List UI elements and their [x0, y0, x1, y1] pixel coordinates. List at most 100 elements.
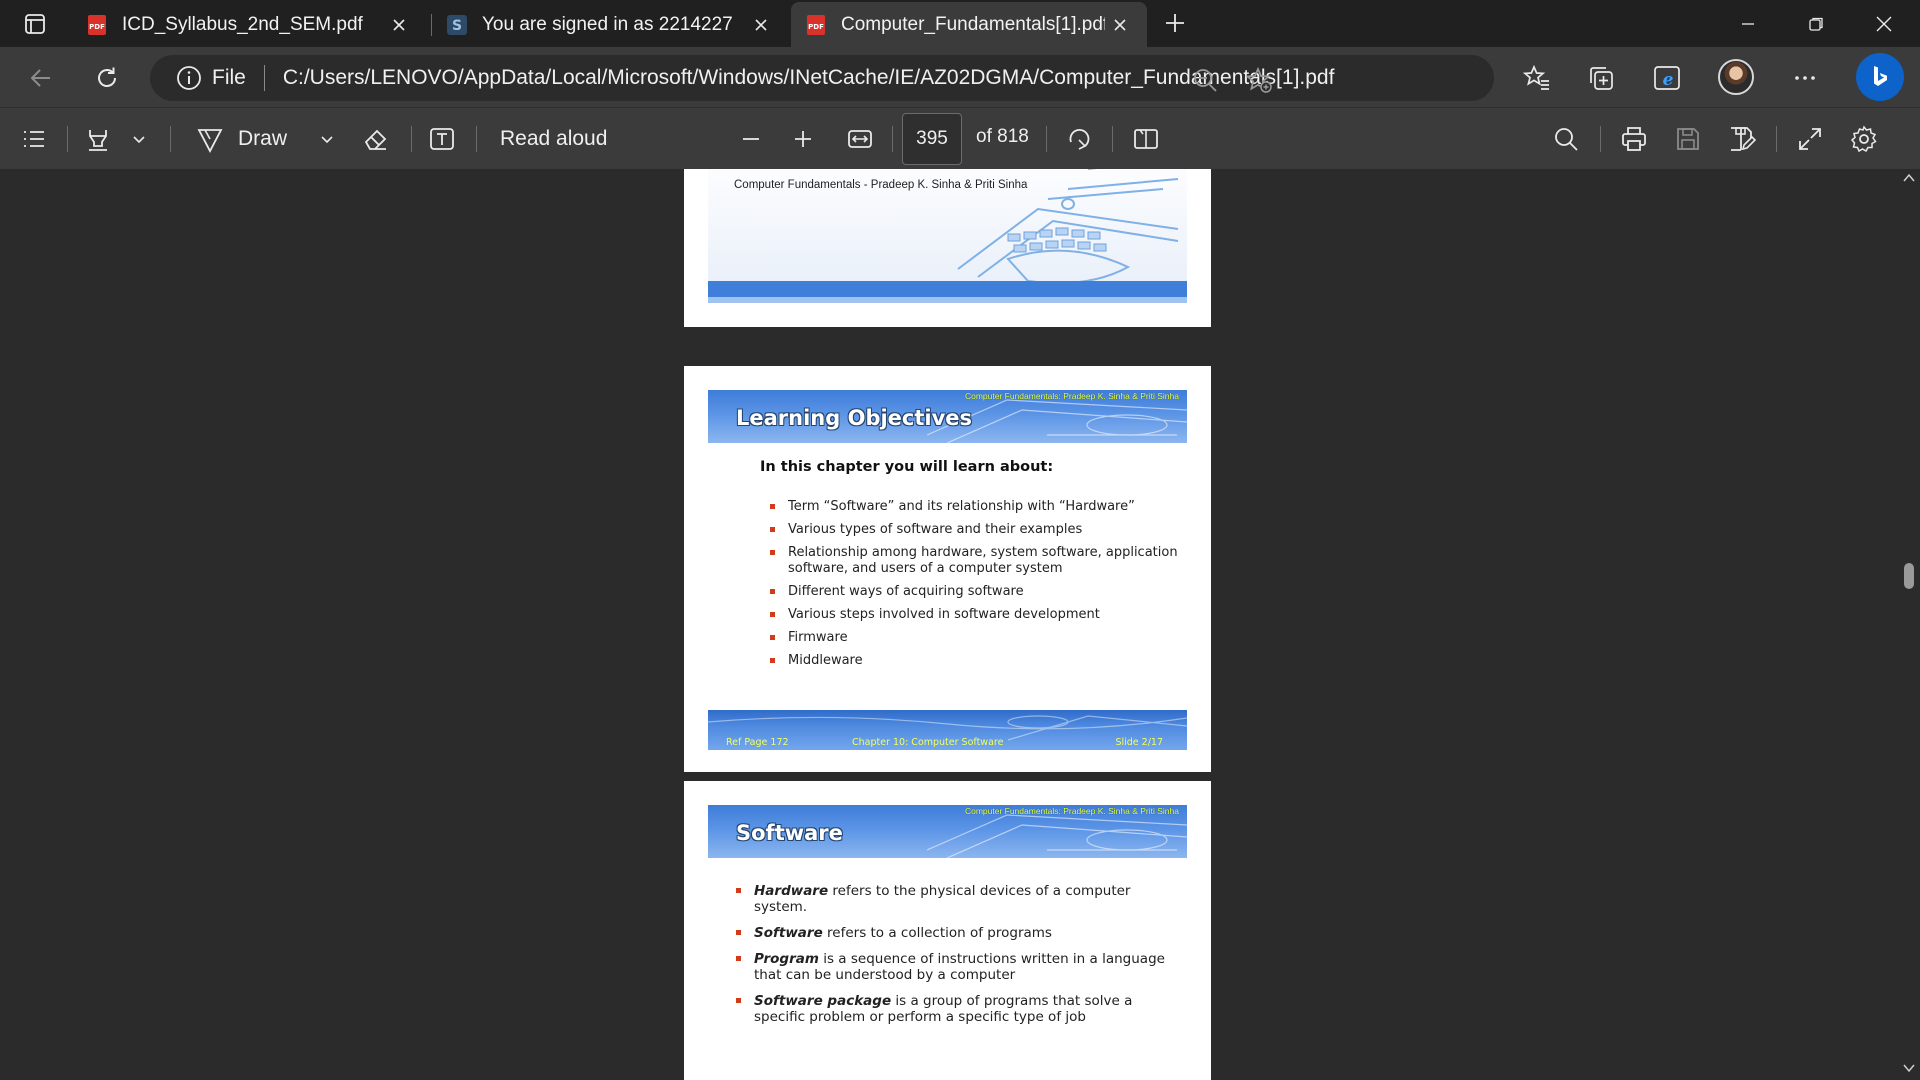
highlighter-icon [89, 130, 107, 151]
tab-actions-icon [25, 14, 45, 34]
back-button[interactable] [20, 57, 62, 99]
zoom-out-button[interactable] [734, 122, 768, 156]
search-button[interactable] [1548, 122, 1584, 156]
info-icon[interactable] [176, 65, 202, 91]
draw-button[interactable]: Draw [196, 122, 294, 156]
zoom-in-button[interactable] [786, 122, 820, 156]
tab-icd-syllabus[interactable]: PDF ICD_Syllabus_2nd_SEM.pdf [72, 2, 426, 47]
definitions-list: Hardware refers to the physical devices … [736, 883, 1176, 1035]
toolbar-divider [1112, 126, 1113, 152]
chevron-down-icon [133, 136, 145, 144]
pdf-icon: PDF [88, 14, 106, 35]
collections-button[interactable] [1580, 57, 1622, 99]
gear-icon [1850, 125, 1877, 153]
navigation-bar: File C:/Users/LENOVO/AppData/Local/Micro… [0, 47, 1920, 107]
list-item: Different ways of acquiring software [770, 584, 1190, 600]
tab-signed-in[interactable]: S You are signed in as 2214227 [432, 2, 788, 47]
refresh-button[interactable] [86, 57, 128, 99]
svg-text:PDF: PDF [808, 23, 824, 31]
address-divider [263, 65, 265, 91]
vertical-scrollbar[interactable] [1898, 169, 1920, 1080]
scroll-thumb[interactable] [1904, 563, 1914, 589]
slide-footer: Ref Page 172 Chapter 10: Computer Softwa… [708, 710, 1187, 750]
toolbar-divider [476, 126, 477, 152]
tab-computer-fundamentals[interactable]: PDF Computer_Fundamentals[1].pdf [791, 2, 1147, 47]
settings-button[interactable] [1846, 122, 1882, 156]
fit-to-width-button[interactable] [842, 122, 878, 156]
read-aloud-button[interactable]: Read aloud [500, 122, 610, 156]
pdf-toolbar: Draw Read aloud 395 of 818 [0, 107, 1920, 169]
fit-width-icon [848, 130, 872, 148]
list-item: Program is a sequence of instructions wr… [736, 951, 1176, 983]
add-favorite-button[interactable] [1244, 65, 1274, 95]
pdf-page: Computer Fundamentals: Pradeep K. Sinha … [684, 366, 1211, 772]
footer-slide-number: Slide 2/17 [1115, 737, 1163, 748]
header-credit: Computer Fundamentals: Pradeep K. Sinha … [964, 806, 1179, 816]
table-of-contents-icon [24, 131, 44, 147]
save-button[interactable] [1670, 122, 1706, 156]
slide-intro: In this chapter you will learn about: [760, 459, 1054, 475]
close-icon [1876, 16, 1892, 31]
url-scheme: File [212, 66, 246, 89]
minimize-button[interactable] [1714, 0, 1782, 47]
address-bar[interactable]: File C:/Users/LENOVO/AppData/Local/Micro… [150, 55, 1494, 101]
save-as-icon [1731, 127, 1756, 151]
cover-credit: Computer Fundamentals - Pradeep K. Sinha… [734, 179, 1028, 191]
add-text-button[interactable] [424, 122, 460, 156]
more-menu-button[interactable] [1784, 57, 1826, 99]
minimize-icon [1742, 22, 1754, 25]
page-number-input[interactable]: 395 [902, 113, 962, 165]
highlight-options-button[interactable] [126, 122, 152, 156]
plus-icon [1166, 14, 1184, 32]
copilot-button[interactable] [1856, 53, 1904, 101]
tab-close-button[interactable] [384, 10, 414, 40]
term: Program [754, 951, 819, 967]
favorites-button[interactable] [1516, 57, 1558, 99]
rotate-icon [1069, 129, 1090, 150]
list-item: Term “Software” and its relationship wit… [770, 499, 1190, 515]
header-credit: Computer Fundamentals: Pradeep K. Sinha … [964, 391, 1179, 401]
footer-chapter: Chapter 10: Computer Software [852, 737, 1004, 748]
new-tab-button[interactable] [1158, 6, 1192, 40]
svg-text:e: e [1663, 70, 1674, 90]
page-view-button[interactable] [1128, 122, 1164, 156]
list-item: Software package is a group of programs … [736, 993, 1176, 1025]
toolbar-divider [1600, 126, 1601, 152]
page-view-icon [1134, 129, 1158, 149]
plus-icon [795, 131, 811, 147]
toolbar-divider [1046, 126, 1047, 152]
toolbar-divider [892, 126, 893, 152]
s-site-icon: S [447, 14, 467, 35]
page-count: of 818 [976, 126, 1029, 147]
url-text[interactable]: C:/Users/LENOVO/AppData/Local/Microsoft/… [283, 66, 1335, 90]
bing-icon [1874, 66, 1887, 86]
list-item: Hardware refers to the physical devices … [736, 883, 1176, 915]
contents-button[interactable] [16, 122, 52, 156]
tab-close-button[interactable] [746, 10, 776, 40]
zoom-out-button[interactable] [1190, 65, 1220, 95]
collections-icon [1590, 67, 1613, 90]
pdf-page: Computer Fundamentals: Pradeep K. Sinha … [684, 781, 1211, 1080]
toolbar-divider [67, 126, 68, 152]
restore-button[interactable] [1782, 0, 1850, 47]
list-item: Firmware [770, 630, 1190, 646]
ie-mode-button[interactable]: e [1646, 57, 1688, 99]
tab-close-button[interactable] [1105, 10, 1135, 40]
highlight-button[interactable] [80, 122, 116, 156]
tab-actions-button[interactable] [14, 8, 56, 40]
erase-button[interactable] [358, 122, 394, 156]
text-box-icon [430, 128, 454, 150]
save-as-button[interactable] [1724, 122, 1760, 156]
close-window-button[interactable] [1850, 0, 1918, 47]
list-item: Various types of software and their exam… [770, 522, 1190, 538]
pdf-icon: PDF [807, 14, 825, 35]
rotate-button[interactable] [1062, 122, 1096, 156]
profile-avatar[interactable] [1718, 59, 1754, 95]
scroll-up-arrow-icon[interactable] [1903, 173, 1915, 183]
print-button[interactable] [1616, 122, 1652, 156]
scroll-down-arrow-icon[interactable] [1903, 1063, 1915, 1073]
draw-options-button[interactable] [314, 122, 340, 156]
fullscreen-button[interactable] [1792, 122, 1828, 156]
ie-mode-icon: e [1654, 66, 1680, 90]
pdf-viewer[interactable]: Computer Fundamentals - Pradeep K. Sinha… [0, 169, 1920, 1080]
